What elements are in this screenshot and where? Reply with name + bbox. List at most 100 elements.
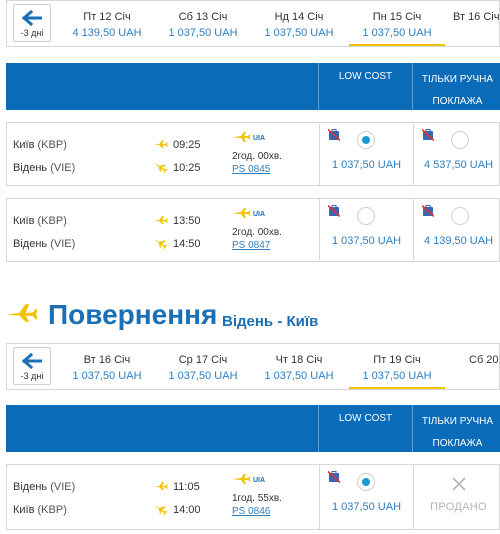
- fare-price: 1 037,50 UAH: [331, 159, 402, 171]
- date-tab[interactable]: Сб 20 Січ: [469, 344, 499, 389]
- fare-radio[interactable]: [357, 207, 375, 225]
- flight-row: Київ (KBP) 09:25 Відень (VIE) 10:25 2год…: [6, 122, 500, 186]
- landing-icon: [152, 501, 169, 517]
- return-plane-icon: [8, 301, 38, 325]
- prev-days-label: -3 дні: [20, 28, 44, 38]
- date-price: 1 037,50 UAH: [362, 370, 432, 382]
- sold-out-label: ПРОДАНО: [430, 501, 487, 513]
- flight-row: Київ (KBP) 13:50 Відень (VIE) 14:50 2год…: [6, 198, 500, 262]
- takeoff-icon: [154, 215, 168, 225]
- return-section-title: Повернення: [48, 299, 218, 330]
- low-cost-fare-cell[interactable]: 1 037,50 UAH: [319, 465, 413, 529]
- flight-row: Відень (VIE) 11:05 Київ (KBP) 14:00 1год…: [6, 464, 500, 530]
- hand-luggage-fare-cell: ПРОДАНО: [413, 465, 500, 529]
- date-price: 1 037,50 UAH: [72, 370, 142, 382]
- arrival-time: 14:50: [173, 238, 201, 250]
- hand-luggage-column-header: ТІЛЬКИ РУЧНА ПОКЛАЖА: [412, 405, 500, 452]
- date-price: 1 037,50 UAH: [264, 27, 334, 39]
- arrival-time: 10:25: [173, 162, 201, 174]
- hand-luggage-fare-cell[interactable]: 4 139,50 UAH: [413, 199, 500, 261]
- airline-logo-icon: [234, 207, 270, 219]
- date-price: 1 037,50 UAH: [264, 370, 334, 382]
- departure-city: Відень (VIE): [13, 481, 76, 493]
- date-price: 1 037,50 UAH: [168, 27, 238, 39]
- fare-price: 4 537,50 UAH: [423, 159, 494, 171]
- date-label: Пн 15 Січ: [372, 11, 422, 23]
- return-route: Відень - Київ: [222, 313, 319, 330]
- date-label: Вт 16 Січ: [453, 11, 500, 23]
- arrival-city: Відень (VIE): [13, 162, 76, 174]
- date-label: Пт 19 Січ: [373, 354, 421, 366]
- outbound-fare-header: LOW COST ТІЛЬКИ РУЧНА ПОКЛАЖА: [6, 63, 500, 110]
- close-icon: [452, 477, 466, 491]
- date-tab[interactable]: Сб 13 Січ 1 037,50 UAH: [155, 1, 251, 46]
- low-cost-fare-cell[interactable]: 1 037,50 UAH: [319, 123, 413, 185]
- date-tab[interactable]: Вт 16 Січ 1 037,50 UAH: [59, 344, 155, 389]
- landing-icon: [152, 235, 169, 251]
- back-arrow-icon: [22, 353, 42, 369]
- back-arrow-icon: [22, 10, 42, 26]
- hand-luggage-column-header: ТІЛЬКИ РУЧНА ПОКЛАЖА: [412, 63, 500, 110]
- departure-city: Київ (KBP): [13, 215, 67, 227]
- active-date-underline: [349, 44, 445, 46]
- fare-price: 1 037,50 UAH: [331, 501, 402, 513]
- no-baggage-icon: [328, 205, 340, 217]
- date-label: Нд 14 Січ: [274, 11, 324, 23]
- outbound-date-strip: -3 дні Пт 12 Січ 4 139,50 UAH Сб 13 Січ …: [6, 0, 500, 47]
- date-tab[interactable]: Вт 16 Січ: [453, 1, 500, 46]
- fare-radio-selected[interactable]: [357, 473, 375, 491]
- date-tab[interactable]: Пт 12 Січ 4 139,50 UAH: [59, 1, 155, 46]
- flight-number-link[interactable]: PS 0847: [232, 240, 270, 251]
- no-baggage-icon: [328, 471, 340, 483]
- departure-city: Київ (KBP): [13, 139, 67, 151]
- flight-duration: 2год. 00хв.: [232, 151, 282, 162]
- date-label: Пт 12 Січ: [83, 11, 131, 23]
- flight-duration: 1год. 55хв.: [232, 493, 282, 504]
- departure-time: 11:05: [173, 481, 200, 493]
- date-label: Чт 18 Січ: [275, 354, 323, 366]
- date-label: Ср 17 Січ: [178, 354, 228, 366]
- date-price: 4 139,50 UAH: [72, 27, 142, 39]
- fare-price: 1 037,50 UAH: [331, 235, 402, 247]
- arrival-time: 14:00: [173, 504, 201, 516]
- flight-duration: 2год. 00хв.: [232, 227, 282, 238]
- low-cost-fare-cell[interactable]: 1 037,50 UAH: [319, 199, 413, 261]
- airline-logo-icon: [234, 131, 270, 143]
- prev-days-button[interactable]: -3 дні: [13, 4, 51, 42]
- date-price: 1 037,50 UAH: [168, 370, 238, 382]
- active-date-underline: [349, 387, 445, 389]
- low-cost-column-header: LOW COST: [318, 63, 412, 110]
- low-cost-column-header: LOW COST: [318, 405, 412, 452]
- return-date-strip: -3 дні Вт 16 Січ 1 037,50 UAH Ср 17 Січ …: [6, 343, 500, 390]
- hand-luggage-fare-cell[interactable]: 4 537,50 UAH: [413, 123, 500, 185]
- prev-days-label: -3 дні: [20, 371, 44, 381]
- takeoff-icon: [154, 139, 168, 149]
- departure-time: 09:25: [173, 139, 201, 151]
- prev-days-button[interactable]: -3 дні: [13, 347, 51, 385]
- date-label: Сб 13 Січ: [178, 11, 228, 23]
- fare-radio[interactable]: [451, 207, 469, 225]
- flight-number-link[interactable]: PS 0845: [232, 164, 270, 175]
- flight-number-link[interactable]: PS 0846: [232, 506, 270, 517]
- date-tab[interactable]: Ср 17 Січ 1 037,50 UAH: [155, 344, 251, 389]
- date-tab[interactable]: Нд 14 Січ 1 037,50 UAH: [251, 1, 347, 46]
- no-baggage-icon: [328, 129, 340, 141]
- fare-radio[interactable]: [451, 131, 469, 149]
- fare-radio-selected[interactable]: [357, 131, 375, 149]
- date-tab-selected[interactable]: Пн 15 Січ 1 037,50 UAH: [349, 1, 445, 46]
- no-baggage-icon: [422, 205, 434, 217]
- landing-icon: [152, 159, 169, 175]
- date-tab-selected[interactable]: Пт 19 Січ 1 037,50 UAH: [349, 344, 445, 389]
- date-label: Вт 16 Січ: [83, 354, 131, 366]
- arrival-city: Київ (KBP): [13, 504, 67, 516]
- takeoff-icon: [154, 481, 168, 491]
- fare-price: 4 139,50 UAH: [423, 235, 494, 247]
- date-label: Сб 20 Січ: [469, 354, 499, 366]
- no-baggage-icon: [422, 129, 434, 141]
- airline-logo-icon: [234, 473, 270, 485]
- departure-time: 13:50: [173, 215, 201, 227]
- arrival-city: Відень (VIE): [13, 238, 76, 250]
- return-fare-header: LOW COST ТІЛЬКИ РУЧНА ПОКЛАЖА: [6, 405, 500, 452]
- date-tab[interactable]: Чт 18 Січ 1 037,50 UAH: [251, 344, 347, 389]
- date-price: 1 037,50 UAH: [362, 27, 432, 39]
